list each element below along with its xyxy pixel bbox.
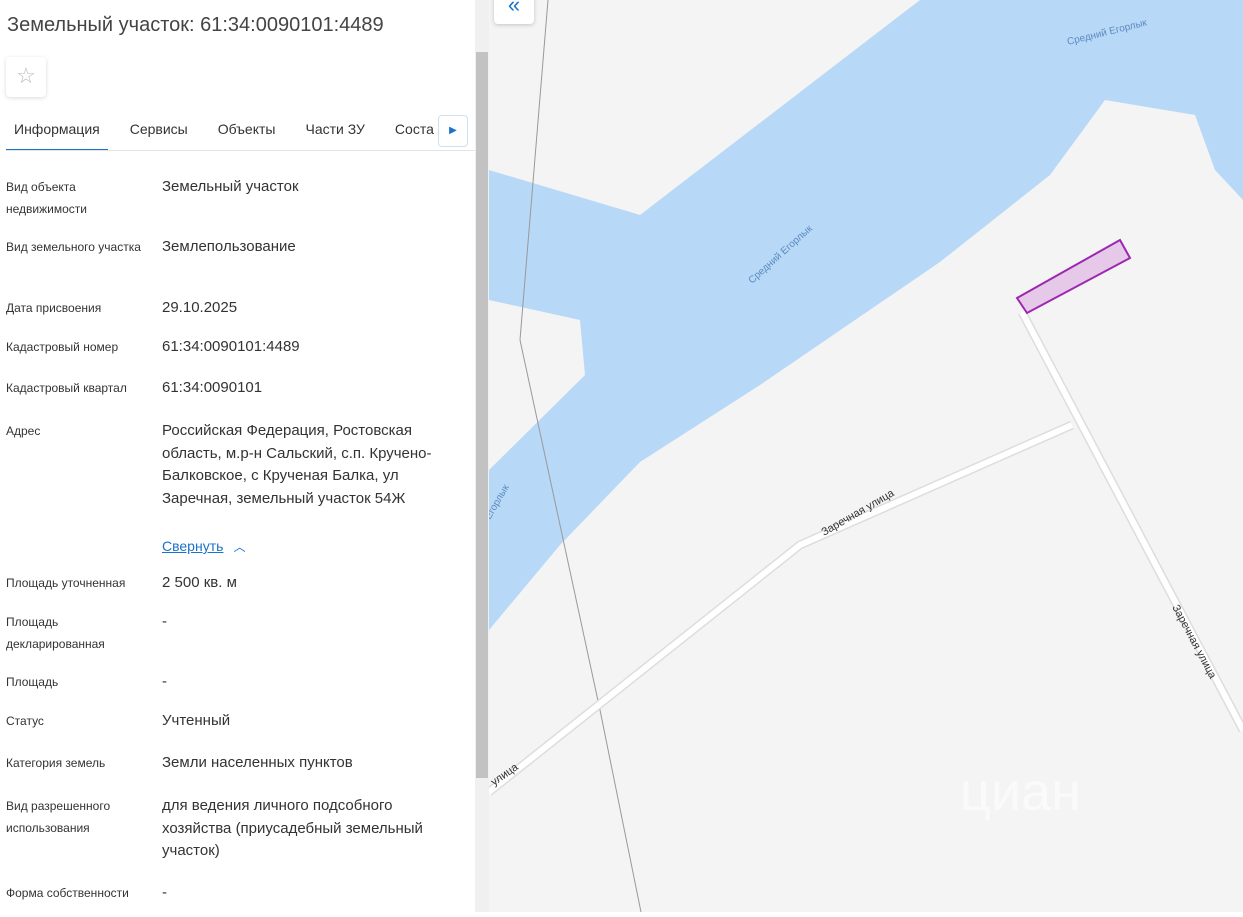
field-value: Учтенный bbox=[162, 712, 231, 729]
field-value: Российская Федерация, Ростовская область… bbox=[162, 422, 432, 507]
field-value: Землепользование bbox=[162, 238, 296, 255]
tab-bar: Информация Сервисы Объекты Части ЗУ Соста bbox=[6, 108, 475, 151]
page-title: Земельный участок: 61:34:0090101:4489 bbox=[7, 14, 384, 36]
river bbox=[489, 0, 1243, 630]
field-value: 2 500 кв. м bbox=[162, 574, 237, 591]
scrollbar-thumb[interactable] bbox=[476, 52, 488, 778]
watermark: циан bbox=[960, 762, 1081, 822]
field-value: Земли населенных пунктов bbox=[162, 754, 353, 771]
map[interactable]: Средний Егорлык Средний Егорлык Егорлык … bbox=[483, 0, 1243, 913]
tabs-scroll-right-button[interactable]: ▶ bbox=[438, 115, 468, 147]
field-label: Вид объекта недвижимости bbox=[6, 180, 87, 216]
field-label: Площадь декларированная bbox=[6, 615, 105, 651]
field-label: Дата присвоения bbox=[6, 301, 102, 315]
field-label: Вид разрешенного использования bbox=[6, 799, 111, 835]
field-label: Статус bbox=[6, 714, 44, 728]
field-label: Кадастровый номер bbox=[6, 340, 119, 354]
land-parcel bbox=[1015, 238, 1132, 315]
field-label: Площадь bbox=[6, 675, 59, 689]
field-label: Категория земель bbox=[6, 756, 106, 770]
tab-services[interactable]: Сервисы bbox=[130, 108, 188, 149]
tab-information[interactable]: Информация bbox=[6, 108, 108, 150]
field-label: Адрес bbox=[6, 424, 41, 438]
map-canvas[interactable]: Средний Егорлык Средний Егорлык Егорлык … bbox=[483, 0, 1243, 913]
field-value: 61:34:0090101:4489 bbox=[162, 338, 300, 355]
tab-objects[interactable]: Объекты bbox=[218, 108, 276, 149]
field-value: - bbox=[162, 613, 167, 630]
field-label: Вид земельного участка bbox=[6, 240, 141, 254]
field-value: для ведения личного подсобного хозяйства… bbox=[162, 797, 423, 859]
collapse-panel-button[interactable]: « bbox=[494, 0, 534, 24]
street-label: Заречная улица bbox=[820, 487, 898, 539]
chevron-up-icon: ︿ bbox=[233, 540, 246, 554]
collapse-address-link[interactable]: Свернуть bbox=[162, 538, 223, 554]
double-chevron-left-icon: « bbox=[507, 0, 521, 17]
street-label: Заречная улица bbox=[1169, 603, 1218, 682]
panel-scrollbar[interactable] bbox=[475, 0, 489, 912]
favorite-button[interactable]: ☆ bbox=[6, 57, 46, 97]
caret-right-icon: ▶ bbox=[449, 125, 457, 136]
field-value: - bbox=[162, 673, 167, 690]
tab-composition[interactable]: Соста bbox=[395, 108, 434, 149]
field-value: - bbox=[162, 884, 167, 901]
field-value: 29.10.2025 bbox=[162, 299, 238, 316]
star-icon: ☆ bbox=[16, 63, 36, 88]
field-value: Земельный участок bbox=[162, 178, 299, 195]
info-panel: Земельный участок: 61:34:0090101:4489 ☆ … bbox=[0, 0, 475, 912]
field-label: Кадастровый квартал bbox=[6, 381, 127, 395]
field-value: 61:34:0090101 bbox=[162, 379, 263, 396]
tab-parts[interactable]: Части ЗУ bbox=[305, 108, 364, 149]
field-label: Форма собственности bbox=[6, 886, 129, 900]
field-label: Площадь уточненная bbox=[6, 576, 126, 590]
